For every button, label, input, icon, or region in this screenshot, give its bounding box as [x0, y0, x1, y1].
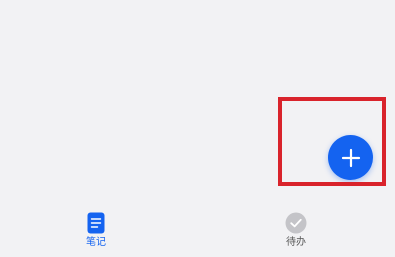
bottom-nav: 笔记 待办	[0, 200, 395, 257]
nav-label-todo: 待办	[286, 237, 306, 248]
note-icon	[85, 212, 107, 234]
highlight-box	[278, 97, 386, 186]
nav-label-notes: 笔记	[86, 237, 106, 248]
check-circle-icon	[285, 212, 307, 234]
nav-tab-todo[interactable]: 待办	[266, 212, 326, 249]
nav-tab-notes[interactable]: 笔记	[66, 212, 126, 249]
